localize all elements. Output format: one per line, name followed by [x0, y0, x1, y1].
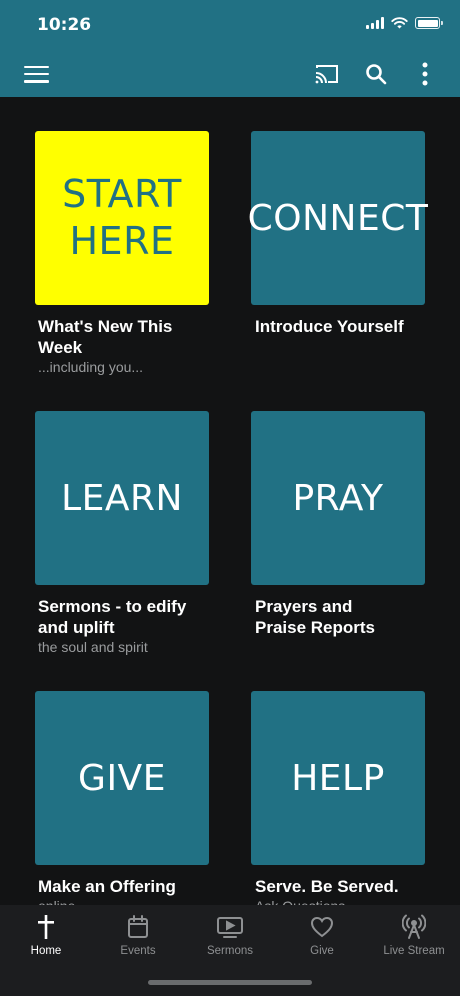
tile-subtitle: Ask Questions: [255, 897, 435, 905]
tile-start-here[interactable]: START HERE: [35, 131, 209, 305]
tile-title[interactable]: Make an Offering: [38, 876, 218, 897]
tab-label: Sermons: [206, 945, 254, 957]
tab-give[interactable]: Give: [276, 913, 368, 957]
tab-label: Give: [310, 945, 334, 957]
tab-home[interactable]: Home: [0, 913, 92, 957]
cast-icon[interactable]: [312, 60, 342, 88]
heart-icon: [310, 913, 334, 941]
tile-subtitle: the soul and spirit: [38, 639, 148, 655]
tile-title[interactable]: Sermons - to edify and uplift: [38, 596, 218, 638]
tile-give[interactable]: GIVE: [35, 691, 209, 865]
status-bar: 10:26: [0, 0, 460, 50]
more-vertical-icon[interactable]: [410, 60, 440, 88]
tile-label: CONNECT: [247, 197, 429, 239]
video-play-icon: [216, 913, 244, 941]
tile-learn[interactable]: LEARN: [35, 411, 209, 585]
app-header: 10:26: [0, 0, 460, 97]
tab-label: Home: [30, 945, 62, 957]
tile-pray[interactable]: PRAY: [251, 411, 425, 585]
tile-label: START HERE: [62, 171, 182, 264]
tile-label: LEARN: [61, 477, 183, 519]
tile-grid: START HERE What's New This Week ...includ…: [0, 97, 460, 905]
wifi-icon: [391, 17, 408, 29]
tile-title[interactable]: Introduce Yourself: [255, 316, 435, 337]
hamburger-menu-icon[interactable]: [21, 60, 51, 88]
cellular-signal-icon: [366, 17, 384, 29]
battery-icon: [415, 17, 443, 29]
tab-live-stream[interactable]: Live Stream: [368, 913, 460, 957]
tab-label: Live Stream: [383, 945, 445, 957]
tile-title[interactable]: What's New This Week: [38, 316, 178, 358]
tile-label: PRAY: [292, 477, 384, 519]
search-icon[interactable]: [361, 60, 391, 88]
calendar-icon: [127, 913, 149, 941]
antenna-icon: [402, 913, 426, 941]
cross-icon: [38, 913, 54, 941]
tile-title[interactable]: Serve. Be Served.: [255, 876, 435, 897]
tile-subtitle: ...including you...: [38, 359, 144, 375]
tab-label: Events: [120, 945, 156, 957]
tab-events[interactable]: Events: [92, 913, 184, 957]
tile-subtitle: online: [38, 897, 218, 905]
toolbar: [0, 50, 460, 97]
status-time: 10:26: [37, 15, 92, 35]
tile-title[interactable]: Prayers and Praise Reports: [255, 596, 405, 638]
tile-connect[interactable]: CONNECT: [248, 131, 428, 305]
status-icons: [366, 17, 443, 29]
home-indicator[interactable]: [148, 980, 312, 985]
tile-help[interactable]: HELP: [251, 691, 425, 865]
tile-label: GIVE: [78, 757, 166, 799]
tile-label: HELP: [291, 757, 385, 799]
tab-sermons[interactable]: Sermons: [184, 913, 276, 957]
